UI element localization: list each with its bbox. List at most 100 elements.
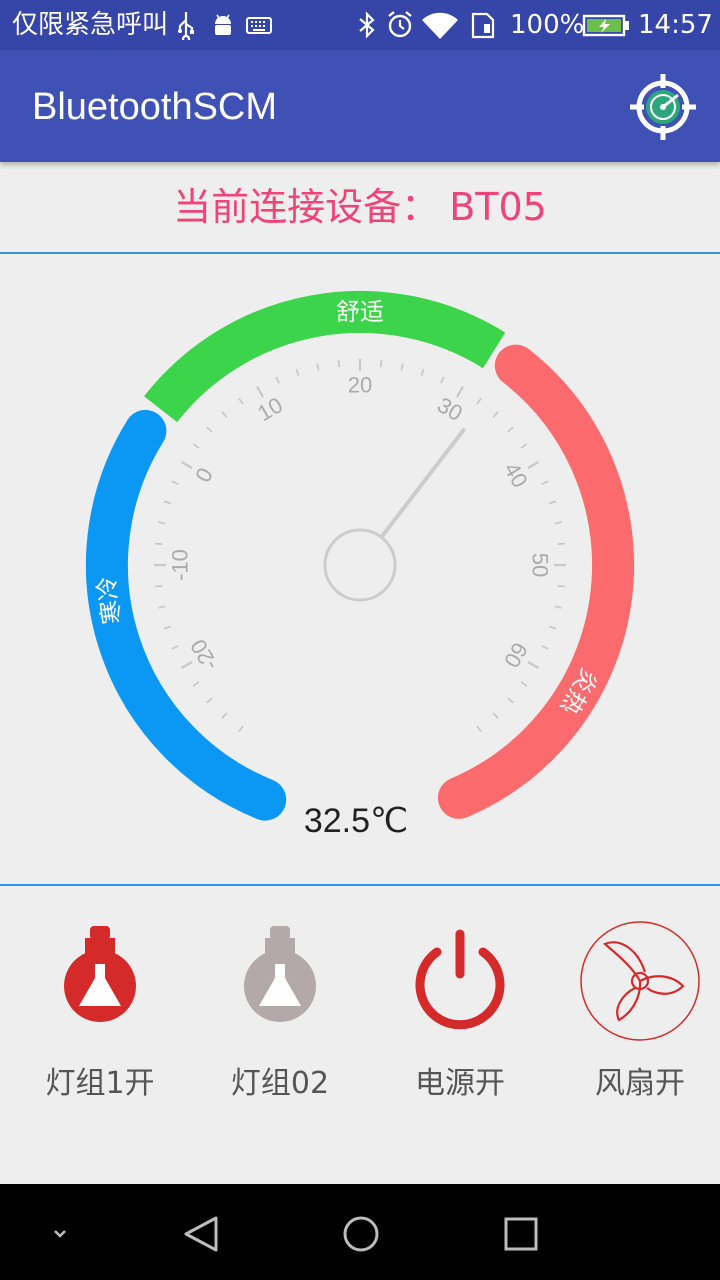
gauge-svg: -20-100102030405060 寒冷舒适炎热 32.5℃: [85, 290, 634, 840]
gauge-tick: [520, 681, 528, 687]
gauge-tick: [420, 368, 425, 377]
control-label: 灯组02: [230, 1066, 330, 1101]
gauge-tick: [476, 725, 482, 733]
gauge-tick: [158, 605, 166, 609]
wifi-icon: [422, 12, 458, 39]
app-bar: BluetoothSCM: [0, 50, 720, 162]
gauge-tick: [379, 360, 383, 368]
device-label: 当前连接设备：: [173, 185, 440, 229]
sim-icon: [471, 12, 495, 39]
gauge-tick: [155, 542, 163, 546]
gauge-tick: [181, 461, 193, 469]
gauge-tick-label: 0: [190, 463, 218, 486]
gauge-tick: [155, 584, 163, 588]
gauge-tick: [527, 661, 539, 669]
gauge-tick: [440, 376, 445, 384]
gauge-tick: [520, 443, 528, 449]
fan-icon: [580, 921, 700, 1041]
gauge-tick: [337, 360, 341, 368]
gauge-tick: [527, 461, 539, 469]
connect-target-icon[interactable]: [628, 72, 698, 142]
gauge-tick: [492, 411, 499, 418]
gauge-tick: [163, 625, 172, 630]
gauge-tick-label: 20: [348, 373, 372, 398]
gauge-tick: [541, 480, 549, 485]
gauge-tick: [456, 386, 464, 398]
gauge-ticks: [154, 359, 566, 733]
status-bar: 仅限紧急呼叫 100% 14:57: [0, 0, 720, 50]
gauge-tick-label: 40: [499, 458, 533, 492]
gauge-tick: [181, 661, 193, 669]
connected-device-row: 当前连接设备： BT05: [0, 162, 720, 252]
temperature-gauge: -20 -10 0 10 20 30 40 50 60 寒冷 舒适 炎热 32.5℃: [0, 254, 720, 884]
gauge-zone-label: 舒适: [336, 298, 384, 326]
gauge-tick-label: 10: [253, 392, 287, 426]
gauge-tick: [548, 500, 557, 505]
gauge-tick: [158, 521, 166, 525]
recents-icon[interactable]: [493, 1206, 549, 1262]
gauge-tick: [548, 625, 557, 630]
gauge-zone-cold: [85, 409, 287, 821]
bulb-off-icon: [244, 926, 316, 1022]
control-label: 电源开: [415, 1066, 505, 1101]
temperature-readout: 32.5℃: [304, 802, 408, 840]
gauge-tick: [557, 542, 565, 546]
gauge-tick: [238, 397, 244, 405]
gauge-tick: [554, 521, 562, 525]
gauge-tick: [492, 712, 499, 719]
gauge-tick: [557, 584, 565, 588]
keyboard-icon: [246, 17, 272, 34]
light-group-2-button[interactable]: 灯组02: [190, 916, 370, 1116]
gauge-tick-label: -10: [168, 549, 193, 581]
usb-icon: [178, 12, 194, 40]
gauge-tick: [554, 605, 562, 609]
bluetooth-icon: [359, 11, 375, 39]
gauge-hub: [323, 528, 397, 602]
fan-button[interactable]: 风扇开: [550, 916, 720, 1116]
gauge-tick: [541, 645, 549, 650]
bulb-on-icon: [64, 926, 136, 1022]
gauge-tick: [256, 386, 264, 398]
gauge-tick: [400, 363, 404, 371]
gauge-tick: [221, 712, 228, 719]
navigation-bar: [0, 1184, 720, 1280]
gauge-zone-hot: [437, 344, 634, 819]
gauge-tick: [238, 725, 244, 733]
app-title: BluetoothSCM: [32, 86, 278, 128]
hide-keyboard-icon[interactable]: [32, 1206, 88, 1262]
gauge-tick: [316, 363, 320, 371]
gauge-tick: [163, 500, 172, 505]
control-label: 灯组1开: [45, 1066, 155, 1101]
clock-time: 14:57: [638, 10, 713, 40]
battery-icon: [582, 14, 629, 37]
android-debug-icon: [215, 14, 231, 35]
gauge-tick-labels: -20 -10 0 10 20 30 40 50 60: [168, 373, 553, 676]
gauge-tick-label: -20: [185, 635, 223, 675]
gauge-tick: [476, 397, 482, 405]
gauge-tick: [171, 480, 179, 485]
control-panel: 灯组1开 灯组02 电源开 风扇开: [0, 886, 720, 1184]
control-label: 风扇开: [595, 1066, 685, 1101]
gauge-tick: [507, 426, 514, 433]
power-icon: [415, 929, 505, 1030]
gauge-tick: [192, 681, 200, 687]
back-icon[interactable]: [174, 1206, 230, 1262]
connected-device-label: 当前连接设备： BT05: [173, 184, 547, 230]
alarm-icon: [388, 11, 412, 38]
gauge-tick: [507, 697, 514, 704]
gauge-tick: [275, 376, 280, 384]
gauge-tick: [221, 411, 228, 418]
power-button[interactable]: 电源开: [370, 916, 550, 1116]
light-group-1-button[interactable]: 灯组1开: [10, 916, 190, 1116]
home-icon[interactable]: [333, 1206, 389, 1262]
gauge-tick-label: 60: [499, 638, 533, 672]
gauge-tick: [192, 443, 200, 449]
gauge-tick-label: 50: [528, 553, 553, 577]
carrier-text: 仅限紧急呼叫: [12, 10, 169, 40]
gauge-tick: [295, 368, 300, 377]
device-name: BT05: [449, 185, 547, 229]
gauge-needle: [379, 428, 466, 539]
gauge-tick: [206, 697, 213, 704]
gauge-tick: [171, 645, 179, 650]
gauge-tick: [206, 426, 213, 433]
